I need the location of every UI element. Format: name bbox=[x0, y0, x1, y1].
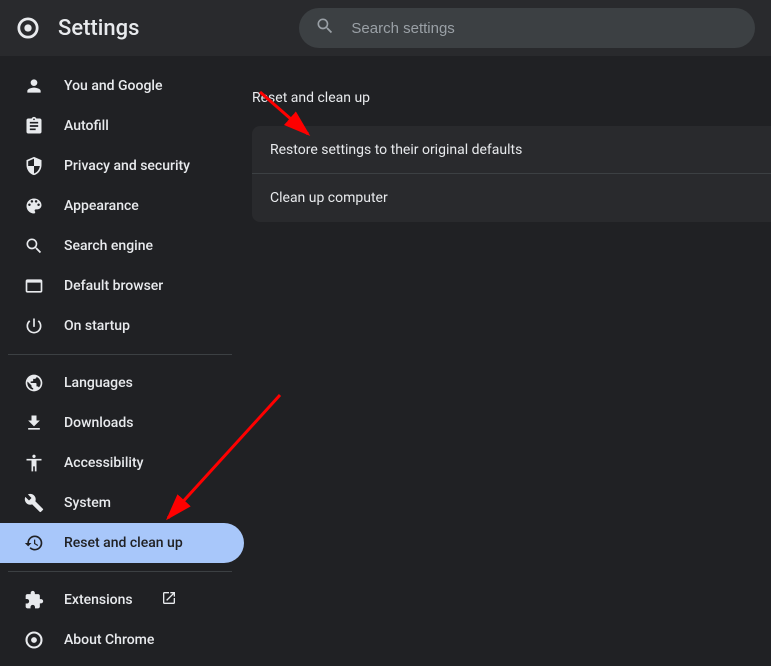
sidebar-item-autofill[interactable]: Autofill bbox=[0, 106, 244, 146]
container: You and Google Autofill Privacy and secu… bbox=[0, 56, 771, 666]
sidebar-item-label: Languages bbox=[64, 375, 133, 391]
sidebar-item-label: Extensions bbox=[64, 592, 133, 608]
sidebar-item-on-startup[interactable]: On startup bbox=[0, 306, 244, 346]
shield-icon bbox=[24, 156, 44, 176]
sidebar-item-label: Privacy and security bbox=[64, 158, 190, 174]
accessibility-icon bbox=[24, 453, 44, 473]
sidebar-item-extensions[interactable]: Extensions bbox=[0, 580, 244, 620]
sidebar-item-downloads[interactable]: Downloads bbox=[0, 403, 244, 443]
main-content: Reset and clean up Restore settings to t… bbox=[252, 56, 771, 666]
sidebar-item-label: Accessibility bbox=[64, 455, 143, 471]
chrome-icon bbox=[24, 630, 44, 650]
restore-icon bbox=[24, 533, 44, 553]
clean-up-computer-item[interactable]: Clean up computer bbox=[252, 174, 771, 222]
sidebar-item-about-chrome[interactable]: About Chrome bbox=[0, 620, 244, 660]
palette-icon bbox=[24, 196, 44, 216]
sidebar-item-you-and-google[interactable]: You and Google bbox=[0, 66, 244, 106]
sidebar-item-label: Appearance bbox=[64, 198, 139, 214]
settings-card: Restore settings to their original defau… bbox=[252, 126, 771, 222]
sidebar-item-system[interactable]: System bbox=[0, 483, 244, 523]
globe-icon bbox=[24, 373, 44, 393]
assignment-icon bbox=[24, 116, 44, 136]
browser-icon bbox=[24, 276, 44, 296]
sidebar-item-search-engine[interactable]: Search engine bbox=[0, 226, 244, 266]
person-icon bbox=[24, 76, 44, 96]
external-link-icon bbox=[161, 590, 177, 610]
search-container[interactable] bbox=[299, 8, 755, 48]
chrome-logo-icon bbox=[16, 16, 40, 40]
download-icon bbox=[24, 413, 44, 433]
sidebar-item-label: Downloads bbox=[64, 415, 133, 431]
wrench-icon bbox=[24, 493, 44, 513]
page-title: Settings bbox=[58, 16, 139, 41]
sidebar-item-label: About Chrome bbox=[64, 632, 154, 648]
sidebar-item-accessibility[interactable]: Accessibility bbox=[0, 443, 244, 483]
header: Settings bbox=[0, 0, 771, 56]
search-engine-icon bbox=[24, 236, 44, 256]
restore-defaults-item[interactable]: Restore settings to their original defau… bbox=[252, 126, 771, 174]
sidebar-item-label: Default browser bbox=[64, 278, 163, 294]
sidebar-item-label: On startup bbox=[64, 318, 130, 334]
sidebar-item-label: System bbox=[64, 495, 111, 511]
sidebar-item-languages[interactable]: Languages bbox=[0, 363, 244, 403]
extension-icon bbox=[24, 590, 44, 610]
section-title: Reset and clean up bbox=[252, 76, 771, 126]
sidebar: You and Google Autofill Privacy and secu… bbox=[0, 56, 252, 666]
sidebar-item-default-browser[interactable]: Default browser bbox=[0, 266, 244, 306]
divider bbox=[8, 571, 232, 572]
power-icon bbox=[24, 316, 44, 336]
card-item-label: Restore settings to their original defau… bbox=[270, 142, 522, 158]
sidebar-item-label: Autofill bbox=[64, 118, 109, 134]
card-item-label: Clean up computer bbox=[270, 190, 388, 206]
divider bbox=[8, 354, 232, 355]
sidebar-item-label: You and Google bbox=[64, 78, 162, 94]
sidebar-item-label: Reset and clean up bbox=[64, 535, 183, 551]
sidebar-item-label: Search engine bbox=[64, 238, 153, 254]
search-input[interactable] bbox=[351, 20, 739, 37]
sidebar-item-privacy[interactable]: Privacy and security bbox=[0, 146, 244, 186]
header-left: Settings bbox=[16, 16, 139, 41]
sidebar-item-reset-cleanup[interactable]: Reset and clean up bbox=[0, 523, 244, 563]
search-icon bbox=[315, 16, 335, 40]
sidebar-item-appearance[interactable]: Appearance bbox=[0, 186, 244, 226]
